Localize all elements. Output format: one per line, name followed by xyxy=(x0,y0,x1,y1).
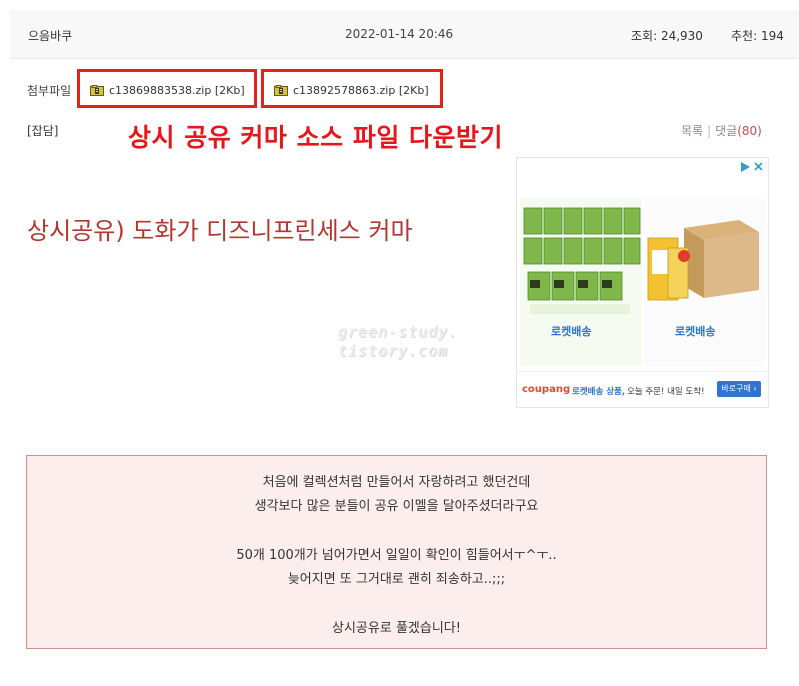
seaweed-product-image xyxy=(520,198,642,318)
notice-line: 생각보다 많은 분들이 공유 이멜을 달아주셨더라구요 xyxy=(254,499,539,514)
post-header: 으음바쿠 2022-01-14 20:46 조회: 24,930 추천: 194 xyxy=(10,10,799,59)
ad-product-tile-seaweed[interactable] xyxy=(520,198,642,366)
notice-line: 상시공유로 풀겠습니다! xyxy=(332,621,461,636)
ad-rocket-label-right: 로켓배송 xyxy=(675,325,716,338)
comments-link[interactable]: 댓글 xyxy=(715,124,737,138)
recommend-count: 추천: 194 xyxy=(731,29,784,43)
ad-rocket-label-left: 로켓배송 xyxy=(551,325,592,338)
notice-line: 처음에 컬렉션처럼 만들어서 자랑하려고 했던건데 xyxy=(262,475,531,490)
adchoices-icon[interactable] xyxy=(739,160,765,174)
attachment-file-2[interactable]: c13892578863.zip [2Kb] xyxy=(261,69,443,108)
comments-count[interactable]: (80) xyxy=(737,124,762,138)
ad-banner[interactable]: 로켓배송 로켓배송 coupang 로켓배송 상품, 오늘 주문! 내일 도착!… xyxy=(516,157,769,408)
notice-line: 늦어지면 또 그거대로 괜히 죄송하고..;;; xyxy=(287,572,506,587)
attachment-filename[interactable]: c13892578863.zip [2Kb] xyxy=(293,84,429,97)
promo-heading: 상시 공유 커마 소스 파일 다운받기 xyxy=(128,123,504,152)
nav-separator: | xyxy=(707,124,712,138)
boxed-product-image xyxy=(644,198,765,318)
notice-line: 50개 100개가 넘어가면서 일일이 확인이 힘들어서ㅜ^ㅜ.. xyxy=(236,548,557,563)
post-datetime: 2022-01-14 20:46 xyxy=(345,27,454,41)
author-nickname[interactable]: 으음바쿠 xyxy=(28,27,72,44)
attachment-label: 첨부파일 xyxy=(27,84,72,98)
attachment-file-1[interactable]: c13869883538.zip [2Kb] xyxy=(77,69,257,108)
list-link[interactable]: 목록 xyxy=(681,124,703,138)
ad-footer[interactable]: coupang 로켓배송 상품, 오늘 주문! 내일 도착! 바로구매 › xyxy=(517,371,768,407)
post-title: 상시공유) 도화가 디즈니프린세스 커마 xyxy=(27,217,413,245)
watermark-line: tistory.com xyxy=(338,342,449,360)
buy-now-button[interactable]: 바로구매 › xyxy=(717,381,761,397)
notice-box: 처음에 컬렉션처럼 만들어서 자랑하려고 했던건데 생각보다 많은 분들이 공유… xyxy=(26,455,767,649)
watermark-line: green-study. xyxy=(338,323,459,341)
ad-product-tile-box[interactable] xyxy=(644,198,765,366)
ad-message: 오늘 주문! 내일 도착! xyxy=(627,387,705,397)
post-nav: 목록 | 댓글(80) xyxy=(681,122,762,139)
coupang-logo: coupang xyxy=(522,384,571,395)
ad-rocket-tag: 로켓배송 상품, xyxy=(572,387,626,397)
attachment-filename[interactable]: c13869883538.zip [2Kb] xyxy=(109,84,245,97)
post-category: [잡담] xyxy=(27,124,59,138)
view-count: 조회: 24,930 xyxy=(631,29,703,43)
zip-file-icon xyxy=(274,85,288,96)
zip-file-icon xyxy=(90,85,104,96)
watermark: green-study. tistory.com xyxy=(338,323,458,361)
